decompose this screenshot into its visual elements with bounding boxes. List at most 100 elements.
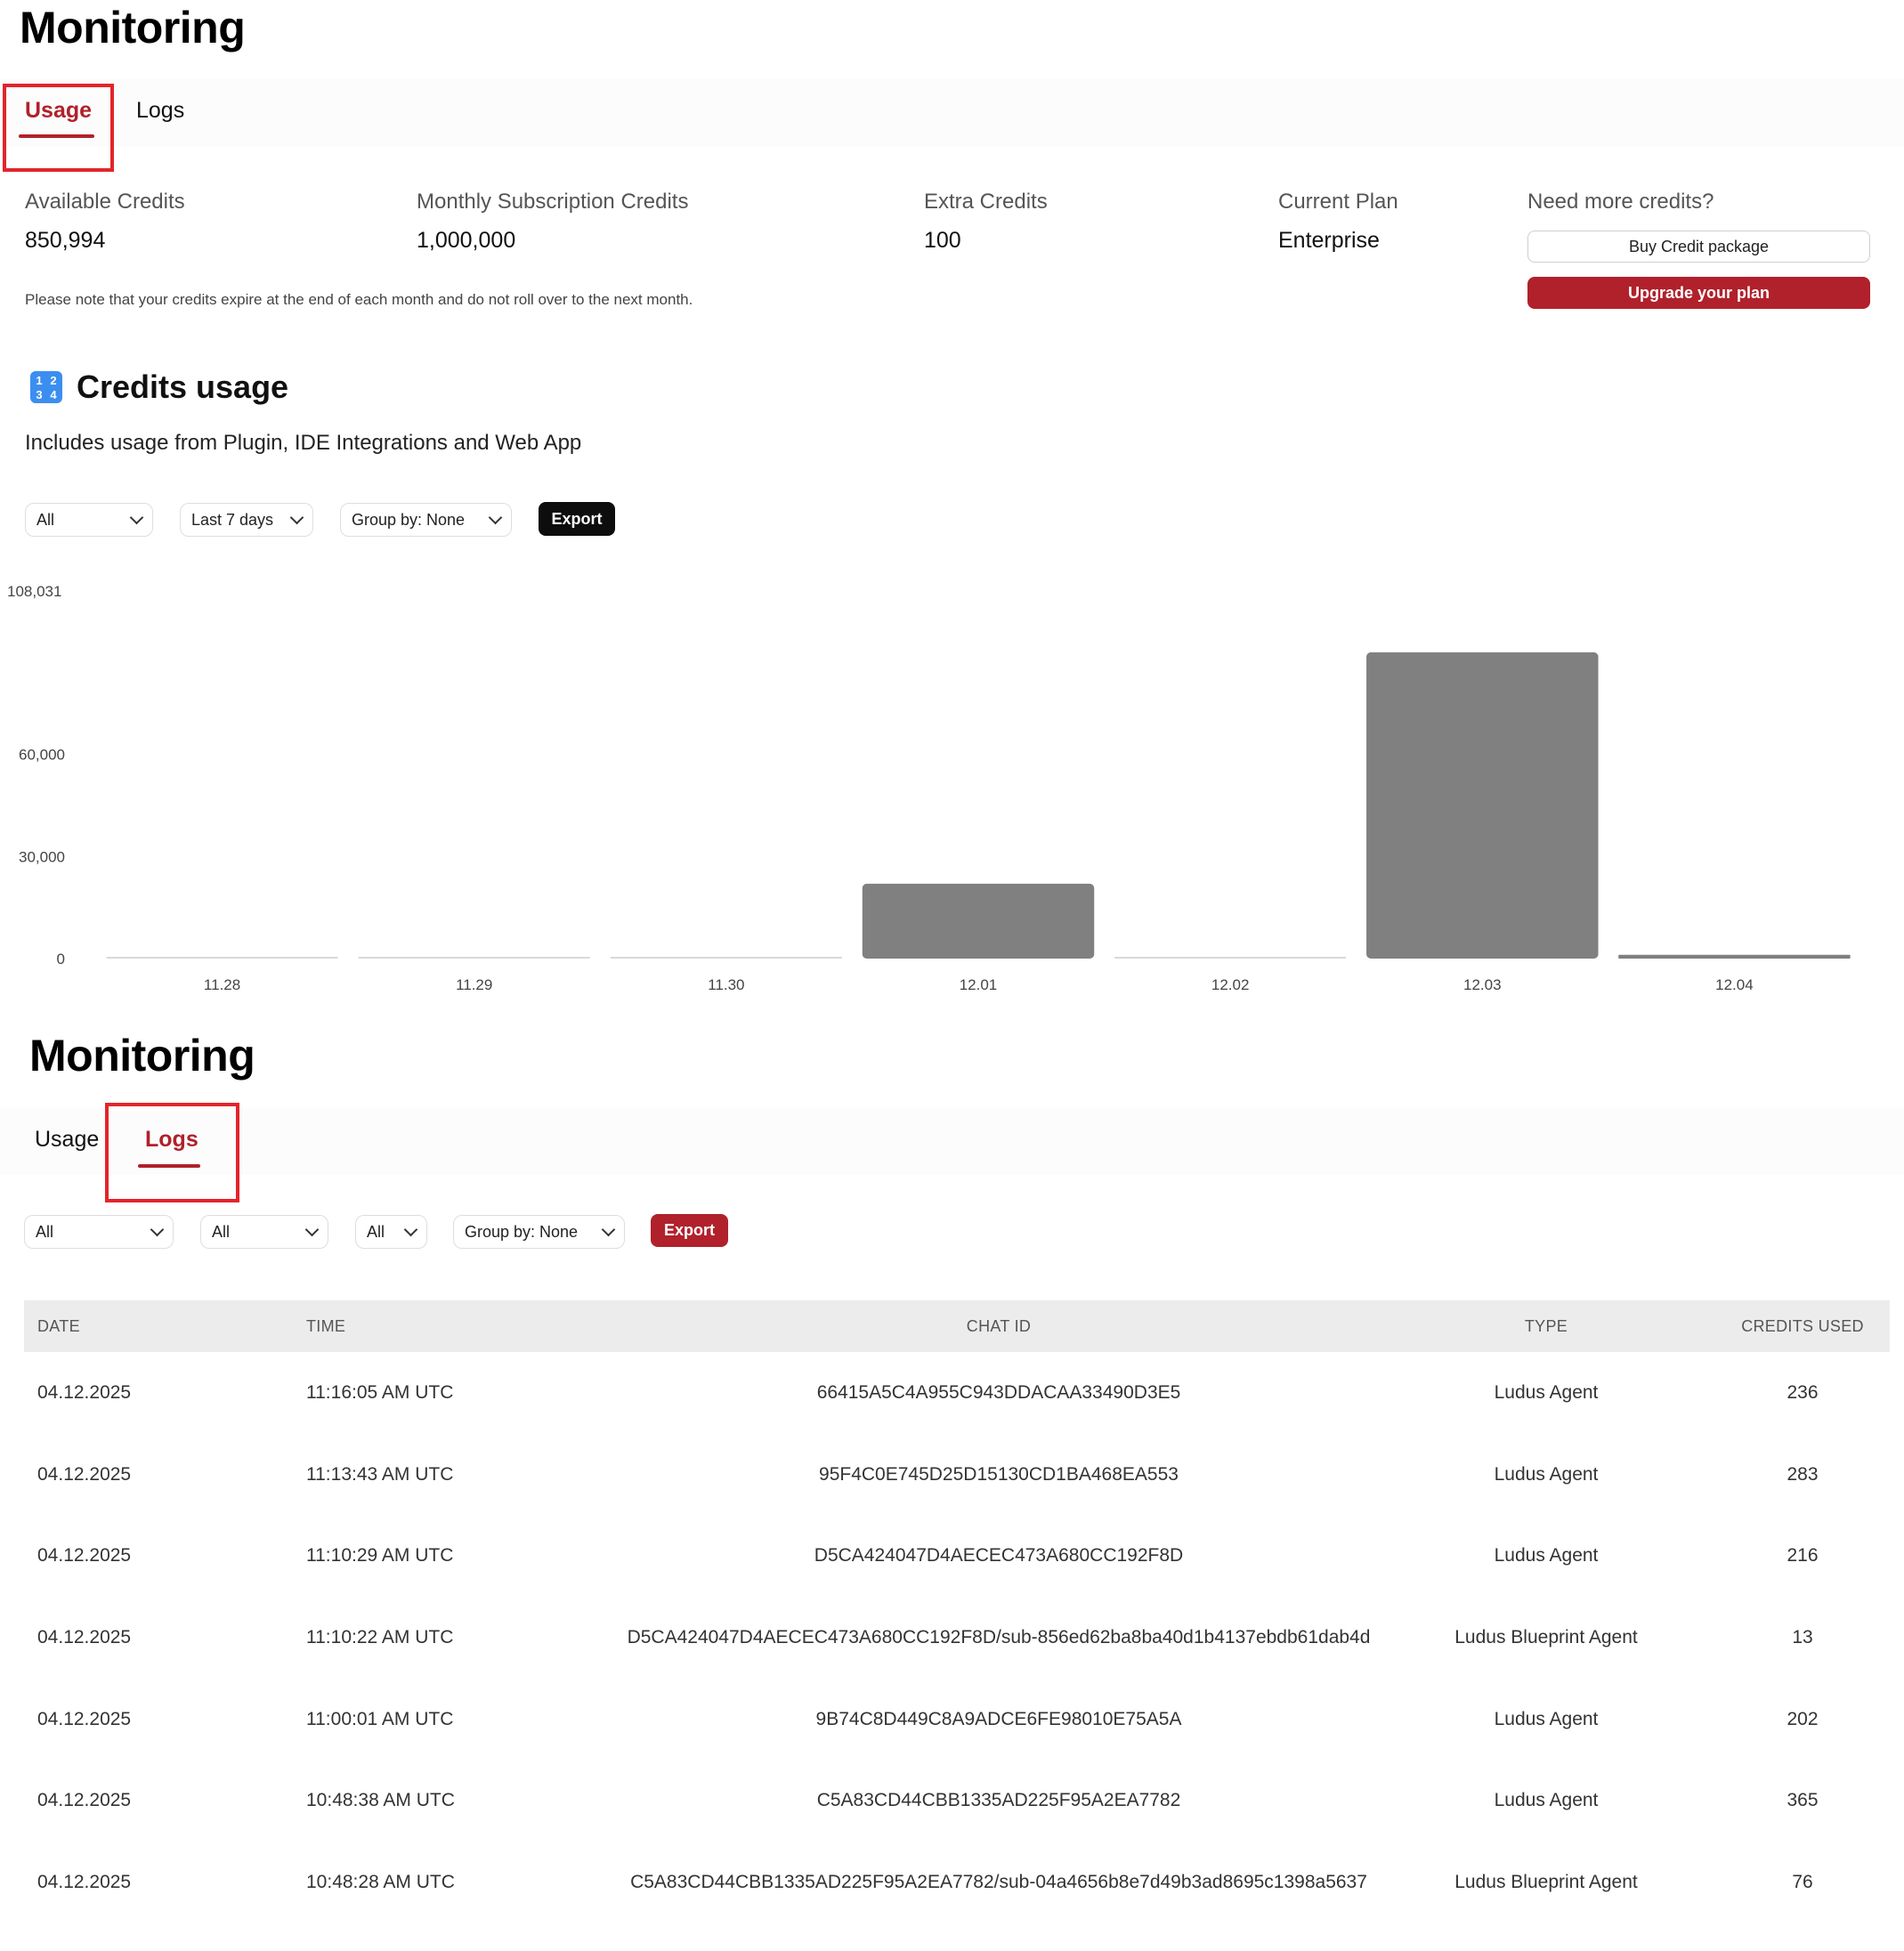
cell-type: Ludus Agent bbox=[1494, 1463, 1599, 1485]
cell-type: Ludus Agent bbox=[1494, 1790, 1599, 1811]
cell-time: 11:00:01 AM UTC bbox=[306, 1708, 454, 1729]
column-header-chat-id: CHAT ID bbox=[966, 1316, 1032, 1335]
extra-credits-label: Extra Credits bbox=[924, 190, 1048, 214]
tab-bar bbox=[0, 78, 1904, 146]
table-row[interactable]: 04.12.2025 10:48:28 AM UTC C5A83CD44CBB133… bbox=[24, 1842, 1890, 1923]
logs-export-button[interactable]: Export bbox=[651, 1214, 728, 1247]
chevron-down-icon bbox=[150, 1222, 165, 1236]
cell-date: 04.12.2025 bbox=[37, 1545, 132, 1566]
table-row[interactable]: 04.12.2025 10:48:38 AM UTC C5A83CD44CBB133… bbox=[24, 1760, 1890, 1842]
cell-credits-used: 202 bbox=[1787, 1708, 1819, 1729]
logs-group-by-value: Group by: None bbox=[465, 1222, 579, 1241]
table-row[interactable]: 04.12.2025 11:16:05 AM UTC 66415A5C4A955C9… bbox=[24, 1352, 1890, 1434]
monthly-credits-label: Monthly Subscription Credits bbox=[417, 190, 689, 214]
buy-credit-package-button[interactable]: Buy Credit package bbox=[1527, 231, 1870, 263]
x-tick-label: 11.28 bbox=[204, 976, 240, 993]
column-header-date: DATE bbox=[37, 1316, 80, 1335]
tab-bar bbox=[0, 1107, 1904, 1175]
logs-filter-1-dropdown[interactable]: All bbox=[24, 1215, 174, 1249]
cell-type: Ludus Agent bbox=[1494, 1545, 1599, 1566]
table-row[interactable]: 04.12.2025 11:10:29 AM UTC D5CA424047D4AEC… bbox=[24, 1515, 1890, 1597]
credits-usage-subtitle: Includes usage from Plugin, IDE Integrat… bbox=[25, 431, 582, 455]
logs-filter-2-value: All bbox=[212, 1222, 231, 1241]
table-header: DATE TIME CHAT ID TYPE CREDITS USED bbox=[24, 1300, 1890, 1352]
cell-time: 11:10:29 AM UTC bbox=[306, 1545, 454, 1566]
cell-type: Ludus Agent bbox=[1494, 1708, 1599, 1729]
logs-group-by-dropdown[interactable]: Group by: None bbox=[453, 1215, 625, 1249]
chevron-down-icon bbox=[304, 1222, 320, 1236]
logs-table: DATE TIME CHAT ID TYPE CREDITS USED 04.1… bbox=[24, 1300, 1890, 1923]
column-header-time: TIME bbox=[306, 1316, 346, 1335]
cell-time: 11:13:43 AM UTC bbox=[306, 1463, 454, 1485]
table-row[interactable]: 04.12.2025 11:10:22 AM UTC D5CA424047D4AEC… bbox=[24, 1597, 1890, 1679]
table-body: 04.12.2025 11:16:05 AM UTC 66415A5C4A955C9… bbox=[24, 1352, 1890, 1923]
logs-filter-1-value: All bbox=[36, 1222, 54, 1241]
cell-date: 04.12.2025 bbox=[37, 1708, 132, 1729]
x-tick-label: 11.30 bbox=[708, 976, 744, 993]
x-tick-label: 12.02 bbox=[1211, 976, 1250, 993]
cell-chat-id: 9B74C8D449C8A9ADCE6FE98010E75A5A bbox=[815, 1708, 1182, 1729]
group-by-dropdown[interactable]: Group by: None bbox=[340, 503, 512, 537]
cell-time: 10:48:38 AM UTC bbox=[306, 1790, 455, 1811]
credits-usage-heading: 1234 Credits usage bbox=[30, 368, 288, 406]
extra-credits-value: 100 bbox=[924, 228, 961, 253]
chevron-down-icon bbox=[601, 1222, 616, 1236]
chart-bar[interactable] bbox=[1114, 957, 1347, 959]
credits-usage-title: Credits usage bbox=[77, 368, 289, 405]
page-title: Monitoring bbox=[20, 3, 246, 53]
column-header-type: TYPE bbox=[1524, 1316, 1568, 1335]
x-tick-label: 11.29 bbox=[456, 976, 492, 993]
input-numbers-icon: 1234 bbox=[30, 371, 62, 403]
x-tick-label: 12.01 bbox=[960, 976, 998, 993]
chart-bar[interactable] bbox=[358, 957, 590, 959]
chevron-down-icon bbox=[289, 510, 304, 524]
cell-time: 11:10:22 AM UTC bbox=[306, 1626, 454, 1647]
logs-filter-3-value: All bbox=[367, 1222, 385, 1241]
x-tick-label: 12.04 bbox=[1715, 976, 1754, 993]
cell-chat-id: D5CA424047D4AECEC473A680CC192F8D/sub-856… bbox=[627, 1626, 1371, 1647]
table-row[interactable]: 04.12.2025 11:13:43 AM UTC 95F4C0E745D25D1… bbox=[24, 1434, 1890, 1516]
credits-usage-chart: 0 30,000 60,000 108,031 11.28 11.29 11.30 12.01… bbox=[7, 583, 1851, 993]
cell-date: 04.12.2025 bbox=[37, 1381, 132, 1403]
export-button[interactable]: Export bbox=[539, 502, 615, 536]
date-range-dropdown[interactable]: Last 7 days bbox=[180, 503, 313, 537]
cell-type: Ludus Blueprint Agent bbox=[1454, 1626, 1638, 1647]
cell-credits-used: 236 bbox=[1787, 1381, 1819, 1403]
cell-type: Ludus Agent bbox=[1494, 1381, 1599, 1403]
cell-chat-id: C5A83CD44CBB1335AD225F95A2EA7782/sub-04a… bbox=[630, 1871, 1367, 1892]
cell-credits-used: 13 bbox=[1792, 1626, 1813, 1647]
available-credits-label: Available Credits bbox=[25, 190, 185, 214]
logs-filter-2-dropdown[interactable]: All bbox=[200, 1215, 328, 1249]
cell-credits-used: 216 bbox=[1787, 1545, 1819, 1566]
source-filter-dropdown[interactable]: All bbox=[25, 503, 153, 537]
cell-time: 11:16:05 AM UTC bbox=[306, 1381, 454, 1403]
chart-bar[interactable] bbox=[1618, 954, 1851, 959]
highlight-box bbox=[3, 84, 114, 172]
page-title: Monitoring bbox=[29, 1031, 255, 1081]
cell-date: 04.12.2025 bbox=[37, 1626, 132, 1647]
cell-chat-id: C5A83CD44CBB1335AD225F95A2EA7782 bbox=[816, 1790, 1181, 1811]
credits-expiry-note: Please note that your credits expire at … bbox=[25, 291, 693, 308]
chart-bar[interactable] bbox=[610, 957, 843, 959]
upgrade-plan-button[interactable]: Upgrade your plan bbox=[1527, 277, 1870, 309]
cell-chat-id: D5CA424047D4AECEC473A680CC192F8D bbox=[814, 1545, 1184, 1566]
y-tick-label: 60,000 bbox=[19, 747, 65, 764]
current-plan-label: Current Plan bbox=[1278, 190, 1398, 214]
chart-bar[interactable] bbox=[106, 957, 338, 959]
need-more-credits-label: Need more credits? bbox=[1527, 190, 1714, 214]
tab-logs[interactable]: Logs bbox=[136, 98, 184, 124]
table-row[interactable]: 04.12.2025 11:00:01 AM UTC 9B74C8D449C8A9A… bbox=[24, 1679, 1890, 1761]
highlight-box bbox=[105, 1103, 239, 1202]
y-tick-label: 0 bbox=[57, 951, 65, 967]
chart-bar[interactable] bbox=[862, 883, 1095, 959]
cell-date: 04.12.2025 bbox=[37, 1463, 132, 1485]
chart-bar[interactable] bbox=[1366, 652, 1599, 959]
tab-usage[interactable]: Usage bbox=[35, 1127, 99, 1153]
logs-filter-3-dropdown[interactable]: All bbox=[355, 1215, 427, 1249]
cell-chat-id: 66415A5C4A955C943DDACAA33490D3E5 bbox=[816, 1381, 1181, 1403]
cell-date: 04.12.2025 bbox=[37, 1871, 132, 1892]
current-plan-value: Enterprise bbox=[1278, 228, 1380, 253]
cell-time: 10:48:28 AM UTC bbox=[306, 1871, 455, 1892]
source-filter-value: All bbox=[36, 510, 55, 529]
cell-date: 04.12.2025 bbox=[37, 1790, 132, 1811]
